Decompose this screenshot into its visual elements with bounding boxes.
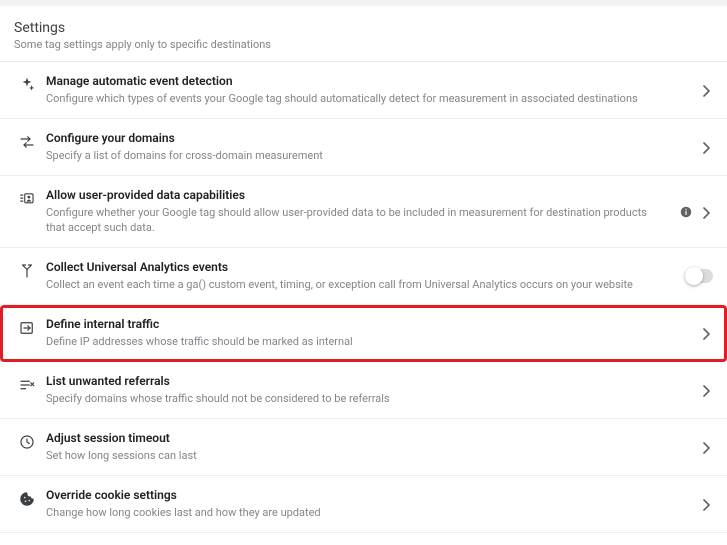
user-data-icon <box>14 188 40 208</box>
settings-subtitle: Some tag settings apply only to specific… <box>14 38 711 51</box>
row-title: Override cookie settings <box>46 488 653 504</box>
settings-row-data-use-google[interactable]: Manage data use across Google services C… <box>0 533 727 545</box>
settings-row-unwanted-referrals[interactable]: List unwanted referrals Specify domains … <box>0 362 727 419</box>
settings-row-manage-auto-events[interactable]: Manage automatic event detection Configu… <box>0 62 727 119</box>
row-title: Collect Universal Analytics events <box>46 260 653 276</box>
sparkle-icon <box>14 74 40 94</box>
chevron-right-icon <box>703 499 713 509</box>
row-title: List unwanted referrals <box>46 374 653 390</box>
row-desc: Set how long sessions can last <box>46 448 653 463</box>
row-desc: Specify domains whose traffic should not… <box>46 391 653 406</box>
filter-list-icon <box>14 374 40 394</box>
chevron-right-icon <box>703 442 713 452</box>
row-title: Define internal traffic <box>46 317 653 333</box>
info-icon[interactable] <box>679 205 693 219</box>
chevron-right-icon <box>703 207 713 217</box>
settings-row-define-internal-traffic[interactable]: Define internal traffic Define IP addres… <box>0 305 727 362</box>
swap-arrows-icon <box>14 131 40 151</box>
settings-row-configure-domains[interactable]: Configure your domains Specify a list of… <box>0 119 727 176</box>
row-desc: Configure whether your Google tag should… <box>46 205 653 236</box>
chevron-right-icon <box>703 142 713 152</box>
settings-row-override-cookie[interactable]: Override cookie settings Change how long… <box>0 476 727 533</box>
cookie-icon <box>14 488 40 508</box>
clock-icon <box>14 431 40 451</box>
row-title: Manage automatic event detection <box>46 74 653 90</box>
row-desc: Specify a list of domains for cross-doma… <box>46 148 653 163</box>
settings-row-user-provided-data[interactable]: Allow user-provided data capabilities Co… <box>0 176 727 248</box>
row-desc: Collect an event each time a ga() custom… <box>46 277 653 292</box>
row-title: Adjust session timeout <box>46 431 653 447</box>
row-desc: Configure which types of events your Goo… <box>46 91 653 106</box>
chevron-right-icon <box>703 328 713 338</box>
collect-ua-toggle[interactable] <box>685 269 713 283</box>
settings-row-collect-ua-events[interactable]: Collect Universal Analytics events Colle… <box>0 248 727 305</box>
branch-arrows-icon <box>14 260 40 280</box>
row-title: Allow user-provided data capabilities <box>46 188 653 204</box>
settings-title: Settings <box>14 20 711 36</box>
settings-header: Settings Some tag settings apply only to… <box>0 6 727 62</box>
internal-traffic-icon <box>14 317 40 337</box>
settings-row-session-timeout[interactable]: Adjust session timeout Set how long sess… <box>0 419 727 476</box>
chevron-right-icon <box>703 85 713 95</box>
row-desc: Change how long cookies last and how the… <box>46 505 653 520</box>
chevron-right-icon <box>703 385 713 395</box>
row-title: Configure your domains <box>46 131 653 147</box>
row-desc: Define IP addresses whose traffic should… <box>46 334 653 349</box>
